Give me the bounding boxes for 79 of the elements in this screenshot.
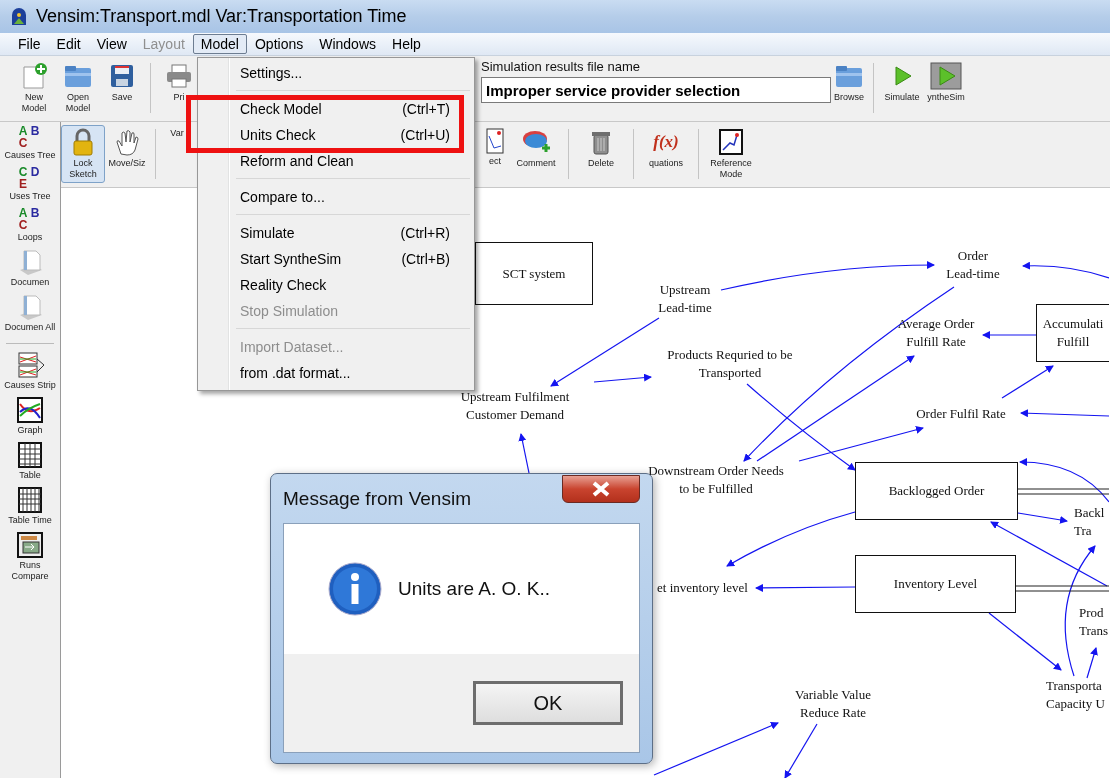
tool-button[interactable]: Delete (575, 125, 627, 183)
tool-button[interactable]: Browse (831, 59, 867, 117)
menu-title[interactable]: Help (384, 34, 429, 54)
menu-item[interactable]: Start SyntheSim (Ctrl+B) (200, 246, 472, 272)
menu-title[interactable]: Windows (311, 34, 384, 54)
variable-label: Order Lead-time (945, 247, 1001, 283)
sidebar-tool[interactable]: Table Time (1, 485, 59, 530)
variable-label: Backl Tra (1074, 504, 1106, 540)
tool-button[interactable]: Pri (157, 59, 201, 117)
ok-button[interactable]: OK (473, 681, 623, 725)
sidebar-tool[interactable]: Graph (1, 395, 59, 440)
connector-arrow (982, 331, 1037, 339)
menu-item[interactable]: Compare to... (200, 184, 472, 210)
variable-label: Average Order Fulfill Rate (896, 315, 976, 351)
menu-title[interactable]: Model (192, 34, 247, 54)
variable-label: Downstream Order Needs to be Fulfilled (647, 462, 785, 498)
variable-label: Order Fulfil Rate (915, 405, 1007, 423)
connector-arrow (1001, 365, 1054, 399)
letters-icon: A B C (17, 125, 43, 149)
variable-label: et inventory level (657, 579, 749, 597)
tool-button[interactable]: yntheSim (924, 59, 968, 117)
menu-item[interactable]: Settings... (200, 60, 472, 86)
letters-icon: C D E (17, 166, 43, 190)
dialog-message: Units are A. O. K.. (398, 578, 551, 600)
menu-title[interactable]: File (10, 34, 49, 54)
sidebar-tool[interactable]: A B C Loops (1, 206, 59, 247)
menu-item[interactable]: from .dat format... (200, 360, 472, 386)
variable-label: Upstream Fulfilment Customer Demand (459, 388, 571, 424)
menu-title[interactable]: View (88, 34, 135, 54)
tool-button[interactable]: Lock Sketch (61, 125, 105, 183)
menu-item[interactable]: Check Model (Ctrl+T) (200, 96, 472, 122)
stock-box: Backlogged Order (855, 462, 1018, 520)
field-label: Simulation results file name (481, 59, 641, 74)
tool-button[interactable]: Reference Mode (705, 125, 757, 183)
close-button[interactable] (562, 475, 640, 503)
sidebar-tool[interactable]: Causes Strip (1, 350, 59, 395)
menu-item[interactable]: Reality Check (200, 272, 472, 298)
tool-button[interactable]: Save (100, 59, 144, 117)
function-icon: f(x) (653, 128, 679, 156)
menu-title[interactable]: Options (246, 34, 312, 54)
connector-arrow (518, 433, 530, 474)
sidebar-tool[interactable]: Documen (1, 247, 59, 292)
sidebar-tool[interactable]: Table (1, 440, 59, 485)
sidebar-tool[interactable]: Runs Compare (1, 530, 59, 586)
info-icon (328, 562, 382, 616)
variable-label: Transporta Capacity U (1046, 677, 1106, 713)
menu-item[interactable]: Reform and Clean (200, 148, 472, 174)
tool-button[interactable]: New Model (12, 59, 56, 117)
menu-item[interactable]: Simulate (Ctrl+R) (200, 220, 472, 246)
variable-label: Products Requried to be Transported (666, 346, 794, 382)
tool-button[interactable]: f(x) quations (640, 125, 692, 183)
stock-box: Inventory Level (855, 555, 1016, 613)
tool-button[interactable]: Simulate (880, 59, 924, 117)
variable-label: Prod Trans (1079, 604, 1109, 640)
window-title: Vensim:Transport.mdl Var:Transportation Time (36, 6, 407, 27)
tool-button[interactable]: Move/Siz (105, 125, 149, 183)
line-graph-icon (14, 396, 46, 424)
sidebar-tool[interactable]: Documen All (1, 292, 59, 337)
variable-label: Upstream Lead-time (657, 281, 713, 317)
connector-arrow (784, 723, 818, 778)
stock-box: Accumulati Fulfill (1036, 304, 1109, 362)
stock-box: SCT system (475, 242, 593, 305)
sidebar-tool[interactable]: C D E Uses Tree (1, 165, 59, 206)
tool-button[interactable]: Var (162, 125, 192, 183)
letters-icon: A B C (17, 207, 43, 231)
chart-icon (486, 128, 504, 154)
tool-button[interactable]: Comment (510, 125, 562, 183)
menu-title[interactable]: Edit (48, 34, 89, 54)
results-file-field[interactable]: Improper service provider selection (481, 77, 831, 103)
tool-button[interactable]: ect (480, 125, 510, 183)
compare-icon (14, 531, 46, 559)
sidebar-tool[interactable]: A B C Causes Tree (1, 124, 59, 165)
app-icon (10, 6, 28, 27)
play-icon (930, 62, 962, 90)
dialog-title: Message from Vensim (283, 487, 471, 510)
tool-button[interactable]: Open Model (56, 59, 100, 117)
close-icon (591, 481, 611, 497)
variable-label: Variable Value Reduce Rate (794, 686, 872, 722)
menu-item[interactable]: Units Check (Ctrl+U) (200, 122, 472, 148)
